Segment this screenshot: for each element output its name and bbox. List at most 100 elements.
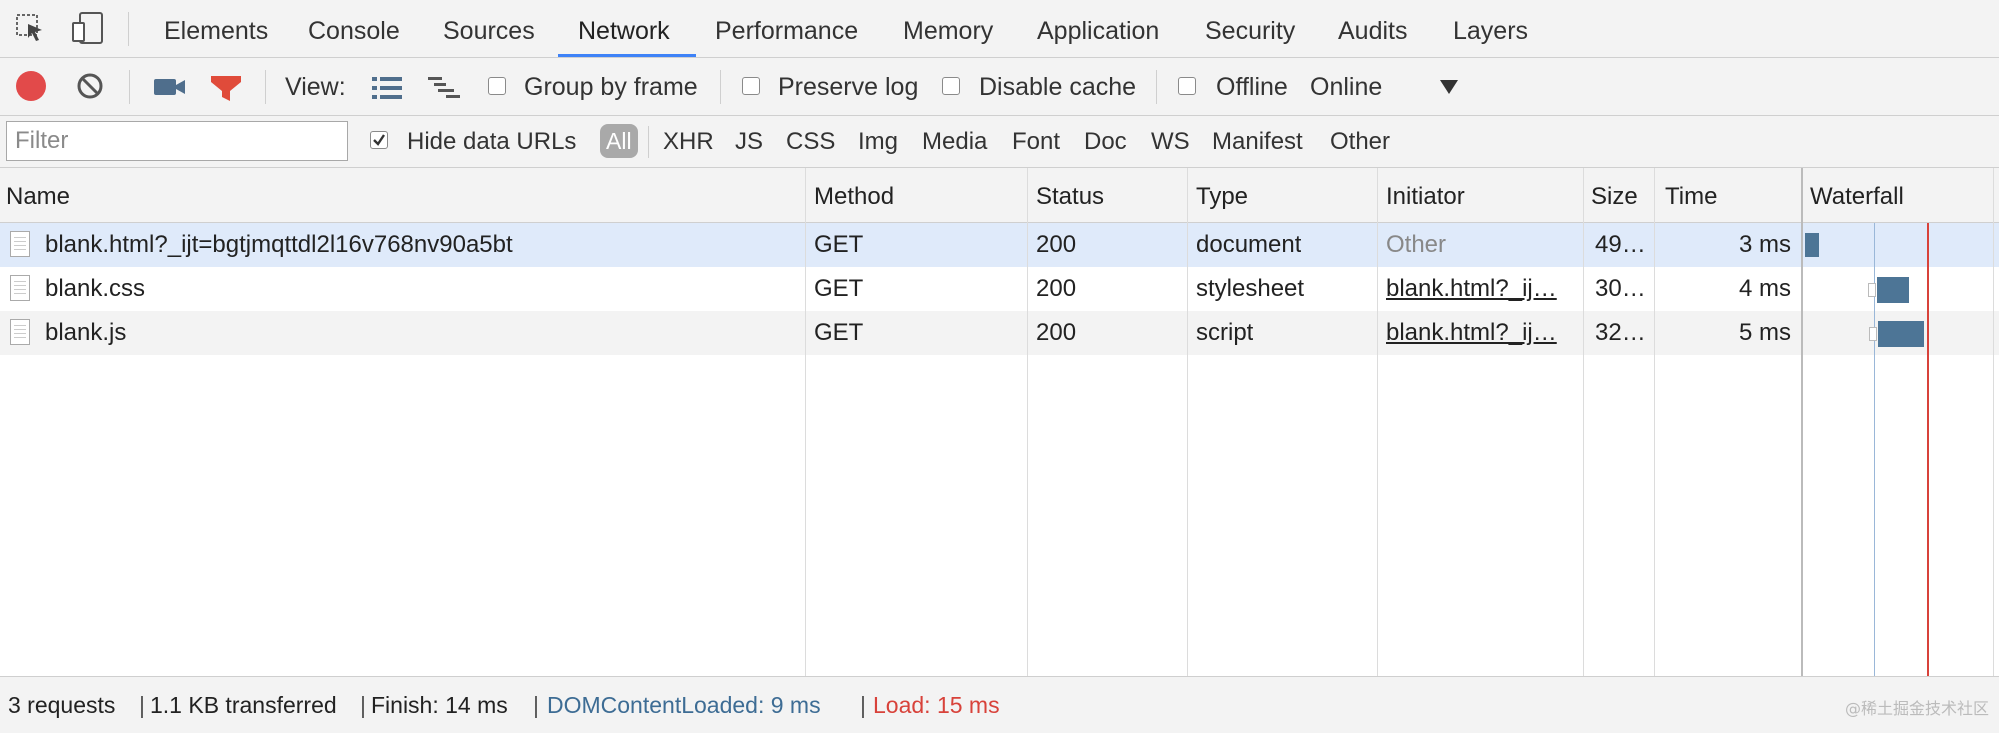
divider <box>720 70 721 104</box>
filter-type-manifest[interactable]: Manifest <box>1212 116 1303 168</box>
column-header-size[interactable]: Size <box>1591 168 1638 223</box>
tab-audits[interactable]: Audits <box>1338 0 1407 58</box>
large-request-rows-icon[interactable] <box>372 76 402 100</box>
filter-input[interactable] <box>6 121 348 161</box>
filter-type-js[interactable]: JS <box>735 116 763 168</box>
request-initiator: Other <box>1386 231 1447 258</box>
tab-application[interactable]: Application <box>1037 0 1159 58</box>
column-header-initiator[interactable]: Initiator <box>1386 168 1465 223</box>
request-size: 32… <box>1595 319 1646 346</box>
tab-network[interactable]: Network <box>578 0 670 58</box>
tab-security[interactable]: Security <box>1205 0 1295 58</box>
screenshot-camera-icon[interactable] <box>154 76 186 98</box>
offline-label[interactable]: Offline <box>1216 58 1288 116</box>
separator: | <box>360 692 366 718</box>
group-by-frame-label[interactable]: Group by frame <box>524 58 698 116</box>
request-status: 200 <box>1036 231 1077 258</box>
disable-cache-label[interactable]: Disable cache <box>979 58 1136 116</box>
separator: | <box>860 692 866 718</box>
tab-layers[interactable]: Layers <box>1453 0 1528 58</box>
hide-data-urls-label[interactable]: Hide data URLs <box>407 116 576 168</box>
filter-type-font[interactable]: Font <box>1012 116 1060 168</box>
column-header-method[interactable]: Method <box>814 168 894 223</box>
filter-icon[interactable] <box>210 74 242 102</box>
request-initiator-link[interactable]: blank.html?_ij… <box>1386 311 1576 355</box>
transferred-size: 1.1 KB transferred <box>150 692 337 718</box>
request-count: 3 requests <box>8 692 116 718</box>
divider <box>1156 70 1157 104</box>
preserve-log-checkbox[interactable] <box>742 77 760 95</box>
request-size: 49… <box>1595 231 1646 258</box>
document-icon <box>10 319 30 345</box>
column-divider <box>1654 168 1655 676</box>
column-header-status[interactable]: Status <box>1036 168 1104 223</box>
divider <box>129 70 130 104</box>
divider <box>128 12 129 46</box>
inspect-element-icon[interactable] <box>14 12 46 44</box>
throttling-select[interactable]: Online <box>1310 58 1382 116</box>
offline-checkbox[interactable] <box>1178 77 1196 95</box>
filter-type-media[interactable]: Media <box>922 116 987 168</box>
filter-type-all[interactable]: All <box>600 124 638 158</box>
waterfall-bar <box>1878 321 1924 347</box>
request-name[interactable]: blank.css <box>45 267 795 311</box>
column-divider <box>1993 168 1994 676</box>
request-name[interactable]: blank.html?_ijt=bgtjmqttdl2l16v768nv90a5… <box>45 223 795 267</box>
column-divider <box>1027 168 1028 676</box>
active-tab-indicator <box>558 54 696 57</box>
tab-performance[interactable]: Performance <box>715 0 858 58</box>
separator: | <box>139 692 145 718</box>
request-method: GET <box>814 319 864 346</box>
disable-cache-checkbox[interactable] <box>942 77 960 95</box>
request-status: 200 <box>1036 319 1077 346</box>
dropdown-arrow-icon[interactable] <box>1440 80 1458 94</box>
request-status: 200 <box>1036 275 1077 302</box>
column-divider <box>1187 168 1188 676</box>
dom-content-loaded-time: DOMContentLoaded: 9 ms <box>547 692 821 718</box>
network-toolbar: View: Group by frame Preserve log Disabl… <box>0 58 1999 116</box>
preserve-log-label[interactable]: Preserve log <box>778 58 918 116</box>
column-divider <box>1377 168 1378 676</box>
filter-type-img[interactable]: Img <box>858 116 898 168</box>
column-header-type[interactable]: Type <box>1196 168 1248 223</box>
tab-console[interactable]: Console <box>308 0 400 58</box>
request-method: GET <box>814 231 864 258</box>
column-divider <box>1801 168 1803 676</box>
waterfall-queue-bar <box>1869 327 1877 341</box>
request-type: script <box>1196 319 1254 346</box>
tab-elements[interactable]: Elements <box>164 0 268 58</box>
request-initiator-link[interactable]: blank.html?_ij… <box>1386 267 1576 311</box>
hide-data-urls-checkbox[interactable] <box>370 131 388 149</box>
waterfall-queue-bar <box>1868 283 1876 297</box>
devtools-tab-bar: Elements Console Sources Network Perform… <box>0 0 1999 58</box>
column-header-waterfall[interactable]: Waterfall <box>1810 168 1904 223</box>
filter-type-ws[interactable]: WS <box>1151 116 1190 168</box>
device-toolbar-icon[interactable] <box>70 11 106 45</box>
waterfall-load-line <box>1927 223 1929 676</box>
tab-memory[interactable]: Memory <box>903 0 993 58</box>
tab-sources[interactable]: Sources <box>443 0 535 58</box>
clear-icon[interactable] <box>76 72 104 100</box>
divider <box>648 126 649 158</box>
document-icon <box>10 275 30 301</box>
request-name[interactable]: blank.js <box>45 311 795 355</box>
filter-type-css[interactable]: CSS <box>786 116 835 168</box>
load-time: Load: 15 ms <box>873 692 1000 718</box>
column-header-name[interactable]: Name <box>6 168 70 223</box>
filter-type-doc[interactable]: Doc <box>1084 116 1127 168</box>
group-by-frame-checkbox[interactable] <box>488 77 506 95</box>
requests-table: Name Method Status Type Initiator Size T… <box>0 168 1999 676</box>
filter-type-other[interactable]: Other <box>1330 116 1390 168</box>
column-divider <box>805 168 806 676</box>
column-divider <box>1583 168 1584 676</box>
request-time: 3 ms <box>1738 231 1791 258</box>
overview-waterfall-icon[interactable] <box>428 76 462 100</box>
filter-type-xhr[interactable]: XHR <box>663 116 714 168</box>
waterfall-bar <box>1877 277 1909 303</box>
status-bar: 3 requests | 1.1 KB transferred | Finish… <box>0 676 1999 733</box>
finish-time: Finish: 14 ms <box>371 692 508 718</box>
record-icon[interactable] <box>16 71 46 101</box>
separator: | <box>533 692 539 718</box>
request-time: 4 ms <box>1738 275 1791 302</box>
column-header-time[interactable]: Time <box>1665 168 1717 223</box>
